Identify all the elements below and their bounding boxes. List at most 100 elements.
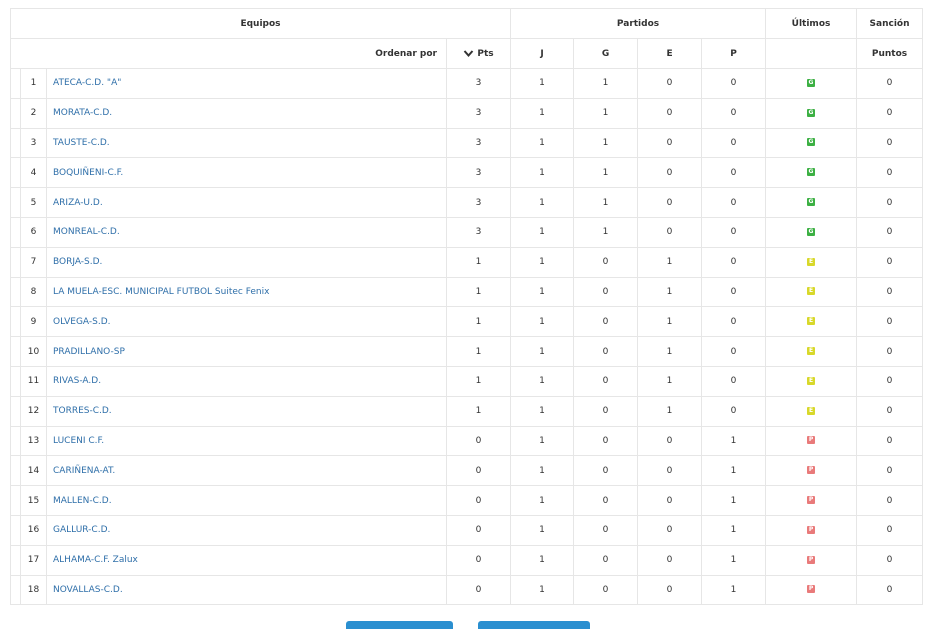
team-cell: ARIZA-U.D. xyxy=(46,187,447,218)
sanction-points-cell: 0 xyxy=(856,216,924,248)
row-gutter xyxy=(10,455,21,487)
won-cell: 0 xyxy=(573,455,639,487)
table-row: 4 BOQUIÑENI-C.F. 3 1 1 0 0 G 0 xyxy=(10,157,924,189)
lost-cell: 1 xyxy=(701,485,767,516)
team-link[interactable]: TAUSTE-C.D. xyxy=(53,138,110,148)
team-link[interactable]: TORRES-C.D. xyxy=(53,406,112,416)
sanction-points-cell: 0 xyxy=(856,574,924,606)
header-j[interactable]: J xyxy=(510,38,575,69)
position-cell: 18 xyxy=(20,574,47,606)
header-ultimos-empty xyxy=(765,38,858,69)
team-link[interactable]: RIVAS-A.D. xyxy=(53,376,101,386)
table-row: 11 RIVAS-A.D. 1 1 0 1 0 E 0 xyxy=(10,365,924,397)
played-cell: 1 xyxy=(510,68,575,99)
header-g[interactable]: G xyxy=(573,38,639,69)
team-cell: ATECA-C.D. "A" xyxy=(46,68,447,99)
team-link[interactable]: NOVALLAS-C.D. xyxy=(53,585,123,595)
table-row: 5 ARIZA-U.D. 3 1 1 0 0 G 0 xyxy=(10,187,924,218)
sanction-points-cell: 0 xyxy=(856,246,924,278)
header-partidos: Partidos xyxy=(510,8,767,39)
team-link[interactable]: LA MUELA-ESC. MUNICIPAL FUTBOL Suitec Fe… xyxy=(53,287,269,297)
won-cell: 1 xyxy=(573,216,639,248)
result-badge: E xyxy=(807,287,816,296)
pts-cell: 3 xyxy=(445,187,512,218)
team-cell: LUCENI C.F. xyxy=(46,425,447,457)
sort-by-label: Ordenar por xyxy=(10,38,447,69)
team-link[interactable]: OLVEGA-S.D. xyxy=(53,317,111,327)
team-link[interactable]: PRADILLANO-SP xyxy=(53,347,125,357)
team-link[interactable]: CARIÑENA-AT. xyxy=(53,466,115,476)
header-e[interactable]: E xyxy=(637,38,703,69)
team-cell: OLVEGA-S.D. xyxy=(46,306,447,338)
table-row: 14 CARIÑENA-AT. 0 1 0 0 1 P 0 xyxy=(10,455,924,487)
drawn-cell: 1 xyxy=(637,336,703,367)
team-link[interactable]: MORATA-C.D. xyxy=(53,108,112,118)
team-link[interactable]: LUCENI C.F. xyxy=(53,436,104,446)
team-link[interactable]: MALLEN-C.D. xyxy=(53,496,112,506)
pts-cell: 1 xyxy=(445,276,512,308)
won-cell: 0 xyxy=(573,336,639,367)
position-cell: 7 xyxy=(20,246,47,278)
pts-cell: 3 xyxy=(445,216,512,248)
last-results-cell: G xyxy=(765,216,858,248)
lost-cell: 0 xyxy=(701,365,767,397)
table-row: 8 LA MUELA-ESC. MUNICIPAL FUTBOL Suitec F… xyxy=(10,276,924,308)
team-cell: TAUSTE-C.D. xyxy=(46,127,447,159)
team-link[interactable]: MONREAL-C.D. xyxy=(53,227,120,237)
result-badge: G xyxy=(807,227,816,236)
result-badge: P xyxy=(807,436,816,445)
played-cell: 1 xyxy=(510,485,575,516)
team-link[interactable]: GALLUR-C.D. xyxy=(53,525,110,535)
sort-pts-button[interactable]: Pts xyxy=(445,38,512,69)
team-link[interactable]: BORJA-S.D. xyxy=(53,257,102,267)
played-cell: 1 xyxy=(510,336,575,367)
last-results-cell: G xyxy=(765,127,858,159)
won-cell: 0 xyxy=(573,514,639,546)
lost-cell: 1 xyxy=(701,514,767,546)
header-p[interactable]: P xyxy=(701,38,767,69)
played-cell: 1 xyxy=(510,127,575,159)
pts-cell: 1 xyxy=(445,395,512,427)
position-cell: 11 xyxy=(20,365,47,397)
lost-cell: 0 xyxy=(701,68,767,99)
won-cell: 0 xyxy=(573,276,639,308)
won-cell: 1 xyxy=(573,157,639,189)
pagination-button-left[interactable] xyxy=(346,621,453,629)
played-cell: 1 xyxy=(510,187,575,218)
sanction-points-cell: 0 xyxy=(856,276,924,308)
drawn-cell: 1 xyxy=(637,246,703,278)
drawn-cell: 0 xyxy=(637,157,703,189)
played-cell: 1 xyxy=(510,157,575,189)
team-cell: BOQUIÑENI-C.F. xyxy=(46,157,447,189)
lost-cell: 0 xyxy=(701,395,767,427)
row-gutter xyxy=(10,276,21,308)
position-cell: 2 xyxy=(20,97,47,129)
pts-cell: 1 xyxy=(445,336,512,367)
row-gutter xyxy=(10,485,21,516)
position-cell: 5 xyxy=(20,187,47,218)
lost-cell: 0 xyxy=(701,246,767,278)
pts-cell: 1 xyxy=(445,306,512,338)
position-cell: 17 xyxy=(20,544,47,576)
pagination-button-right[interactable] xyxy=(478,621,590,629)
lost-cell: 0 xyxy=(701,157,767,189)
result-badge: E xyxy=(807,257,816,266)
sanction-points-cell: 0 xyxy=(856,485,924,516)
lost-cell: 0 xyxy=(701,216,767,248)
drawn-cell: 0 xyxy=(637,216,703,248)
position-cell: 9 xyxy=(20,306,47,338)
played-cell: 1 xyxy=(510,97,575,129)
drawn-cell: 0 xyxy=(637,425,703,457)
team-link[interactable]: ARIZA-U.D. xyxy=(53,198,103,208)
won-cell: 1 xyxy=(573,187,639,218)
team-link[interactable]: ALHAMA-C.F. Zalux xyxy=(53,555,138,565)
header-puntos[interactable]: Puntos xyxy=(856,38,924,69)
sanction-points-cell: 0 xyxy=(856,187,924,218)
header-sancion: Sanción xyxy=(856,8,924,39)
team-link[interactable]: BOQUIÑENI-C.F. xyxy=(53,168,123,178)
drawn-cell: 0 xyxy=(637,485,703,516)
drawn-cell: 1 xyxy=(637,306,703,338)
drawn-cell: 0 xyxy=(637,455,703,487)
team-link[interactable]: ATECA-C.D. "A" xyxy=(53,78,121,88)
won-cell: 0 xyxy=(573,485,639,516)
